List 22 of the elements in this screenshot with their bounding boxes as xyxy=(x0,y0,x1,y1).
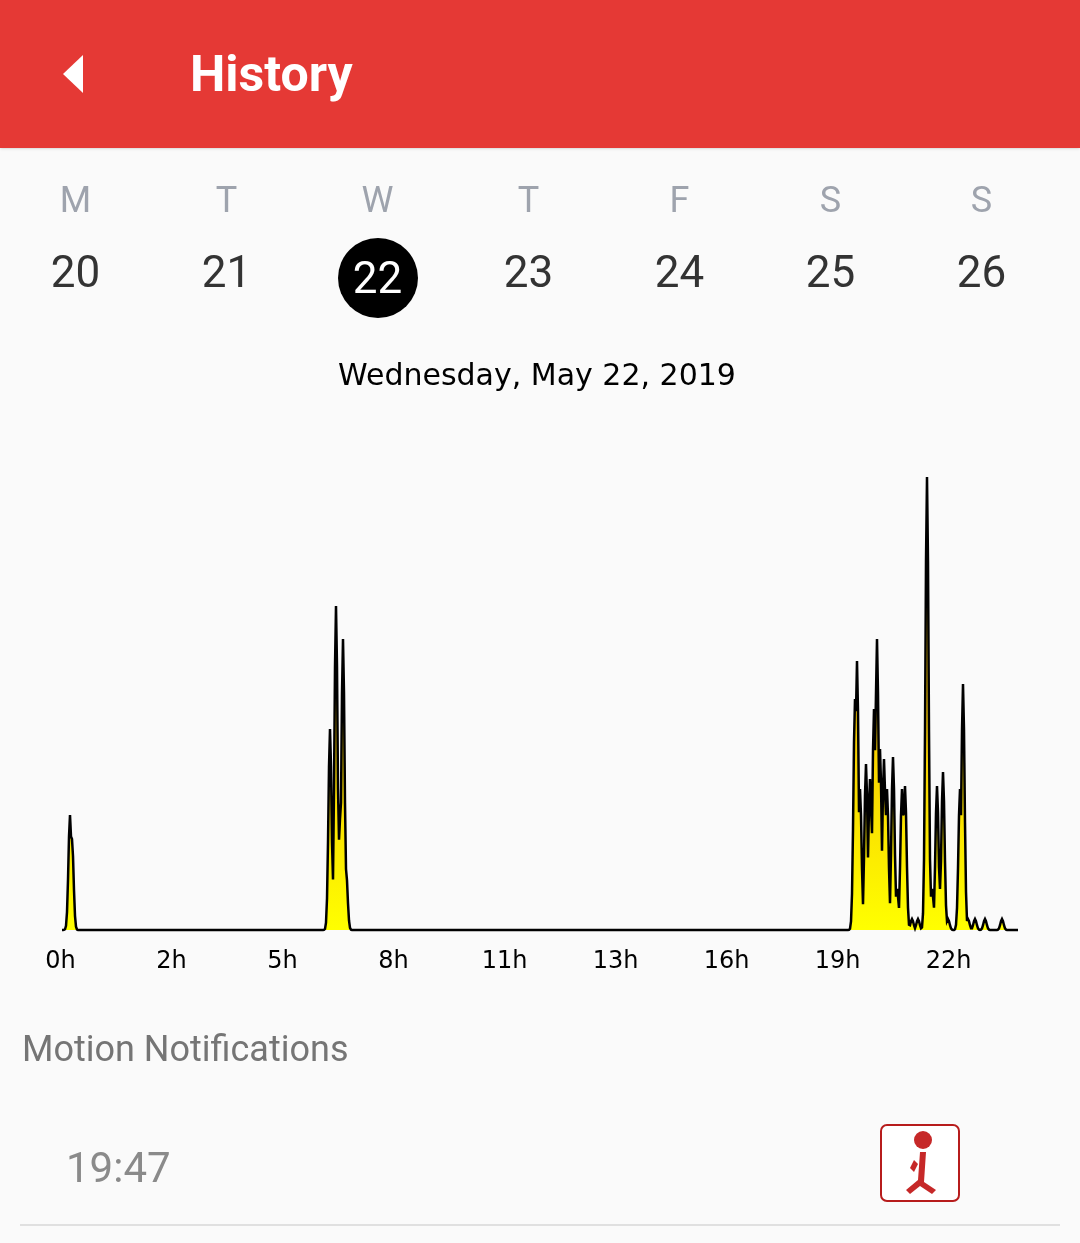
axis-label: 2h xyxy=(155,945,188,976)
back-icon xyxy=(63,55,83,93)
axis-label: 19h xyxy=(813,945,862,976)
day-button[interactable]: M 20 xyxy=(0,178,151,318)
walking-person-icon xyxy=(880,1124,960,1202)
day-button[interactable]: S 26 xyxy=(906,178,1057,318)
axis-label: 5h xyxy=(266,945,299,976)
axis-label: 11h xyxy=(480,945,529,976)
axis-label: 22h xyxy=(924,945,973,976)
day-button[interactable]: F 24 xyxy=(604,178,755,318)
section-title: Motion Notifications xyxy=(22,1027,350,1072)
axis-label: 13h xyxy=(591,945,640,976)
axis-label: 8h xyxy=(377,945,410,976)
day-button[interactable]: T 21 xyxy=(151,178,302,318)
notification-time: 19:47 xyxy=(66,1142,171,1194)
axis-label: 16h xyxy=(702,945,751,976)
screen-title: History xyxy=(190,43,353,105)
day-button[interactable]: T 23 xyxy=(453,178,604,318)
axis-label: 0h xyxy=(44,945,77,976)
day-button[interactable]: W 22 xyxy=(302,178,453,318)
day-button[interactable]: S 25 xyxy=(755,178,906,318)
date-heading: Wednesday, May 22, 2019 xyxy=(337,356,737,394)
